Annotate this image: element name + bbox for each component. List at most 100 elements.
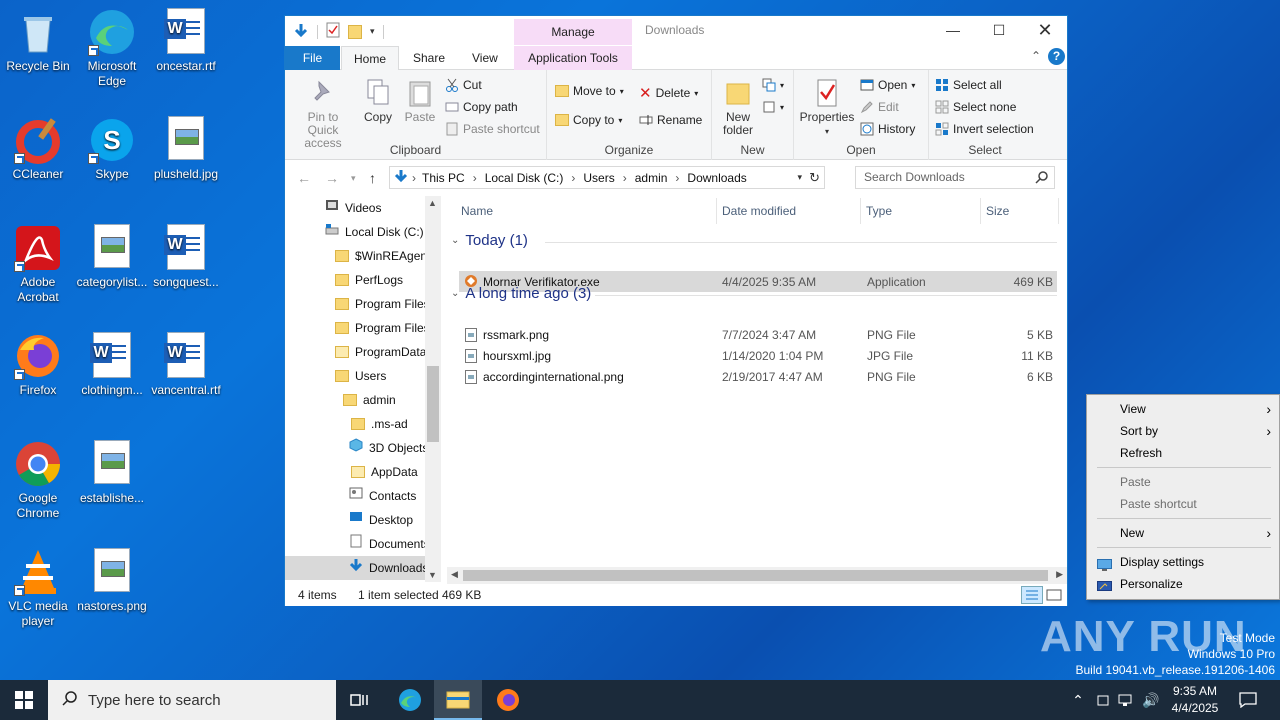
volume-icon[interactable]: 🔊 xyxy=(1140,680,1162,720)
easy-access-button[interactable]: ▾ xyxy=(762,100,784,114)
new-folder-button[interactable]: New folder xyxy=(716,78,760,137)
breadcrumb-admin[interactable]: admin xyxy=(635,171,668,185)
search-input[interactable]: Search Downloads xyxy=(855,166,1055,189)
scroll-up-icon[interactable]: ▲ xyxy=(428,198,437,208)
desktop-icon-edge[interactable]: Microsoft Edge xyxy=(74,8,150,89)
menu-item-view[interactable]: View › xyxy=(1087,398,1280,420)
nav-item-programdata[interactable]: ProgramData xyxy=(335,340,426,364)
paste-shortcut-button[interactable]: Paste shortcut xyxy=(445,122,540,136)
desktop-icon-skype[interactable]: S Skype xyxy=(74,116,150,182)
nav-item-users[interactable]: Users xyxy=(335,364,386,388)
start-button[interactable] xyxy=(0,680,48,720)
nav-item-desktop[interactable]: Desktop xyxy=(349,508,413,532)
desktop-icon-establishe[interactable]: establishe... xyxy=(74,440,150,506)
scroll-down-icon[interactable]: ▼ xyxy=(428,570,437,580)
move-to-button[interactable]: Move to ▾ xyxy=(555,84,624,98)
paste-button[interactable]: Paste xyxy=(401,78,439,124)
recent-locations-button[interactable]: ▾ xyxy=(351,173,356,184)
column-header-date[interactable]: Date modified xyxy=(722,204,796,218)
tab-view[interactable]: View xyxy=(460,46,510,70)
desktop-icon-firefox[interactable]: Firefox xyxy=(0,332,76,398)
menu-item-refresh[interactable]: Refresh xyxy=(1087,442,1280,464)
menu-item-sort-by[interactable]: Sort by › xyxy=(1087,420,1280,442)
tray-security-icon[interactable] xyxy=(1092,680,1114,720)
copy-button[interactable]: Copy xyxy=(361,78,395,124)
pin-quick-access-button[interactable]: Pin to Quick access xyxy=(291,78,355,150)
new-item-button[interactable]: ▾ xyxy=(762,78,784,92)
desktop-icon-ccleaner[interactable]: CCleaner xyxy=(0,116,76,182)
nav-item-3d-objects[interactable]: 3D Objects xyxy=(349,436,428,460)
menu-item-paste-shortcut[interactable]: Paste shortcut xyxy=(1087,493,1280,515)
new-folder-qat-icon[interactable] xyxy=(348,24,362,39)
maximize-button[interactable]: ☐ xyxy=(976,16,1022,45)
clock[interactable]: 9:35 AM 4/4/2025 xyxy=(1166,683,1224,717)
nav-item-appdata[interactable]: AppData xyxy=(351,460,418,484)
customize-qat-icon[interactable]: ▾ xyxy=(370,26,375,37)
taskbar-edge-icon[interactable] xyxy=(386,680,434,720)
breadcrumb-users[interactable]: Users xyxy=(583,171,614,185)
desktop-icon-categorylist[interactable]: categorylist... xyxy=(74,224,150,290)
nav-item-downloads[interactable]: Downloads xyxy=(285,556,428,580)
column-header-size[interactable]: Size xyxy=(986,204,1009,218)
taskbar-file-explorer-icon[interactable] xyxy=(434,680,482,720)
tab-share[interactable]: Share xyxy=(401,46,457,70)
desktop-icon-vlc[interactable]: VLC media player xyxy=(0,548,76,629)
desktop-icon-songquest[interactable]: W songquest... xyxy=(148,224,224,290)
desktop-icon-nastores[interactable]: nastores.png xyxy=(74,548,150,614)
rename-button[interactable]: Rename xyxy=(639,113,702,127)
scrollbar-thumb[interactable] xyxy=(427,366,439,442)
file-list-horizontal-scrollbar[interactable]: ◀ ▶ xyxy=(447,567,1067,584)
history-button[interactable]: History xyxy=(860,122,915,136)
scrollbar-thumb[interactable] xyxy=(463,570,1048,581)
menu-item-personalize[interactable]: Personalize xyxy=(1087,573,1280,595)
cut-button[interactable]: Cut xyxy=(445,78,482,92)
back-button[interactable]: ← xyxy=(297,170,311,186)
nav-pane-scrollbar[interactable]: ▲ ▼ xyxy=(425,196,441,582)
help-icon[interactable]: ? xyxy=(1048,48,1065,65)
scroll-left-icon[interactable]: ◀ xyxy=(451,569,458,580)
forward-button[interactable]: → xyxy=(325,170,339,186)
delete-button[interactable]: ✕ Delete ▾ xyxy=(639,84,698,102)
nav-item-program-files[interactable]: Program Files xyxy=(335,292,430,316)
taskbar-search-input[interactable]: Type here to search xyxy=(48,680,336,720)
properties-button[interactable]: Properties ▾ xyxy=(798,78,856,138)
column-header-type[interactable]: Type xyxy=(866,204,892,218)
nav-item-documents[interactable]: Documents xyxy=(349,532,430,556)
breadcrumb-local-disk[interactable]: Local Disk (C:) xyxy=(485,171,564,185)
breadcrumb-downloads[interactable]: Downloads xyxy=(687,171,746,185)
refresh-icon[interactable]: ↻ xyxy=(809,170,820,186)
properties-qat-icon[interactable] xyxy=(326,22,340,41)
copy-path-button[interactable]: Copy path xyxy=(445,100,518,114)
menu-item-new[interactable]: New › xyxy=(1087,522,1280,544)
table-row[interactable]: rssmark.png 7/7/2024 3:47 AM PNG File 5 … xyxy=(459,324,1057,345)
nav-item-contacts[interactable]: Contacts xyxy=(349,484,416,508)
nav-item-admin[interactable]: admin xyxy=(343,388,396,412)
desktop-icon-clothingm[interactable]: W clothingm... xyxy=(74,332,150,398)
desktop-icon-plusheld[interactable]: plusheld.jpg xyxy=(148,116,224,182)
tab-application-tools[interactable]: Application Tools xyxy=(514,46,632,70)
menu-item-display-settings[interactable]: Display settings xyxy=(1087,551,1280,573)
group-header-long-ago[interactable]: ⌄ A long time ago (3) xyxy=(451,285,591,302)
menu-item-paste[interactable]: Paste xyxy=(1087,471,1280,493)
desktop-icon-oncestar[interactable]: W oncestar.rtf xyxy=(148,8,224,74)
desktop-icon-vancentral[interactable]: W vancentral.rtf xyxy=(148,332,224,398)
collapse-ribbon-icon[interactable]: ⌃ xyxy=(1031,49,1041,63)
close-button[interactable]: ✕ xyxy=(1022,16,1068,45)
minimize-button[interactable]: — xyxy=(930,16,976,45)
group-header-today[interactable]: ⌄ Today (1) xyxy=(451,232,528,249)
breadcrumb-this-pc[interactable]: This PC xyxy=(422,171,465,185)
desktop-icon-recycle-bin[interactable]: Recycle Bin xyxy=(0,8,76,74)
copy-to-button[interactable]: Copy to ▾ xyxy=(555,113,622,127)
desktop-icon-acrobat[interactable]: Adobe Acrobat xyxy=(0,224,76,305)
taskbar-firefox-icon[interactable] xyxy=(484,680,532,720)
select-none-button[interactable]: Select none xyxy=(935,100,1016,114)
tab-file[interactable]: File xyxy=(285,46,340,70)
network-icon[interactable] xyxy=(1115,680,1137,720)
table-row[interactable]: hoursxml.jpg 1/14/2020 1:04 PM JPG File … xyxy=(459,345,1057,366)
details-view-icon[interactable] xyxy=(1021,586,1043,604)
table-row[interactable]: accordinginternational.png 2/19/2017 4:4… xyxy=(459,366,1057,387)
edit-button[interactable]: Edit xyxy=(860,100,899,114)
address-bar[interactable]: › This PC › Local Disk (C:) › Users › admin… xyxy=(389,166,825,189)
nav-item-program-files-x86[interactable]: Program Files xyxy=(335,316,430,340)
up-button[interactable]: ↑ xyxy=(369,170,376,186)
